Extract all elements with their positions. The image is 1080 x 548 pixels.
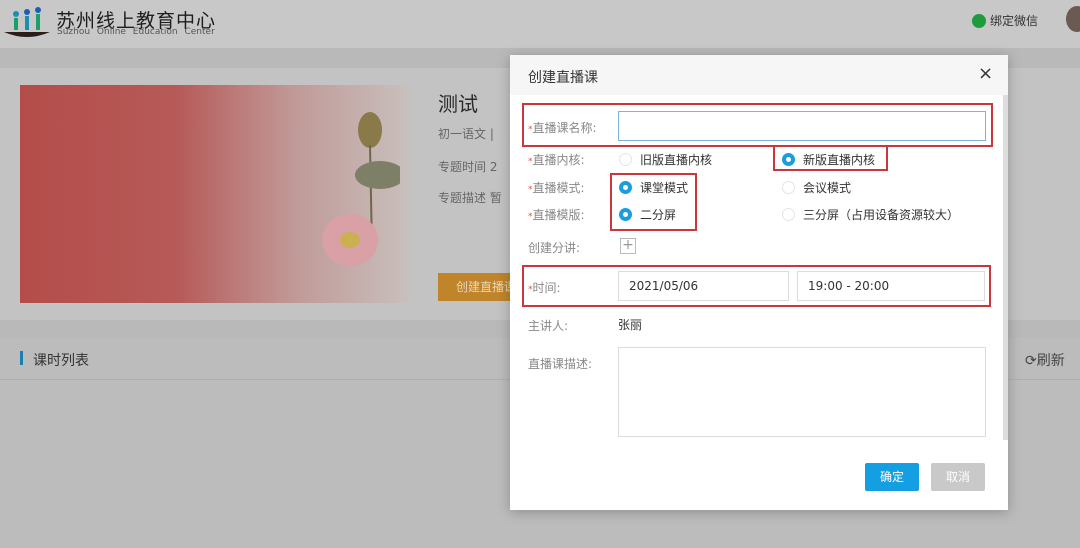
logo-icon	[4, 7, 50, 37]
lesson-list-title: 课时列表	[33, 353, 89, 369]
wechat-icon	[972, 13, 986, 28]
user-avatar[interactable]	[1066, 6, 1080, 32]
name-label: *直播课名称:	[528, 121, 597, 135]
refresh-label: 刷新	[1036, 353, 1065, 369]
close-icon[interactable]: ×	[978, 63, 993, 84]
lotus-illustration	[322, 112, 400, 266]
radio-three-split[interactable]: 三分屏（占用设备资源较大）	[782, 206, 959, 223]
live-name-input[interactable]	[618, 111, 986, 141]
date-input[interactable]: 2021/05/06	[618, 271, 789, 301]
confirm-button[interactable]: 确定	[865, 463, 919, 491]
mode-label: *直播模式:	[528, 181, 585, 195]
create-live-dialog: 创建直播课 × *直播课名称: *直播内核: 旧版直播内核 新版直播内核 *直播…	[510, 55, 1008, 510]
speaker-value: 张丽	[618, 318, 643, 332]
refresh-button[interactable]: ⟳刷新	[1025, 350, 1065, 370]
course-description: 专题描述 暂	[438, 191, 502, 205]
wechat-label: 绑定微信	[990, 14, 1039, 28]
kernel-label: *直播内核:	[528, 153, 585, 167]
refresh-icon: ⟳	[1025, 353, 1037, 369]
course-subject: 初一语文 |	[438, 127, 494, 141]
radio-meeting-mode[interactable]: 会议模式	[782, 179, 851, 196]
radio-two-split[interactable]: 二分屏	[619, 206, 676, 223]
course-time: 专题时间 2	[438, 160, 498, 174]
radio-new-kernel[interactable]: 新版直播内核	[782, 151, 875, 168]
cancel-button[interactable]: 取消	[931, 463, 985, 491]
description-label: 直播课描述:	[528, 357, 593, 371]
add-sub-lecture-button[interactable]: +	[620, 238, 636, 254]
radio-old-kernel[interactable]: 旧版直播内核	[619, 151, 712, 168]
time-range-input[interactable]: 19:00 - 20:00	[797, 271, 985, 301]
dialog-scrollbar[interactable]	[1003, 95, 1008, 440]
radio-classroom-mode[interactable]: 课堂模式	[619, 179, 688, 196]
create-live-button[interactable]: 创建直播课	[438, 273, 518, 301]
sub-lecture-label: 创建分讲:	[528, 241, 581, 255]
brand-subtitle: Suzhou Online Education Center	[57, 27, 215, 37]
dialog-header: 创建直播课 ×	[510, 55, 1008, 95]
bind-wechat-link[interactable]: 绑定微信	[972, 12, 1038, 29]
description-textarea[interactable]	[618, 347, 986, 437]
title-accent-bar	[20, 351, 23, 365]
course-title: 测试	[438, 92, 478, 116]
top-header: 苏州线上教育中心 Suzhou Online Education Center …	[0, 0, 1080, 48]
time-label: *时间:	[528, 281, 561, 295]
speaker-label: 主讲人:	[528, 319, 569, 333]
template-label: *直播模版:	[528, 208, 585, 222]
dialog-title: 创建直播课	[528, 70, 598, 86]
